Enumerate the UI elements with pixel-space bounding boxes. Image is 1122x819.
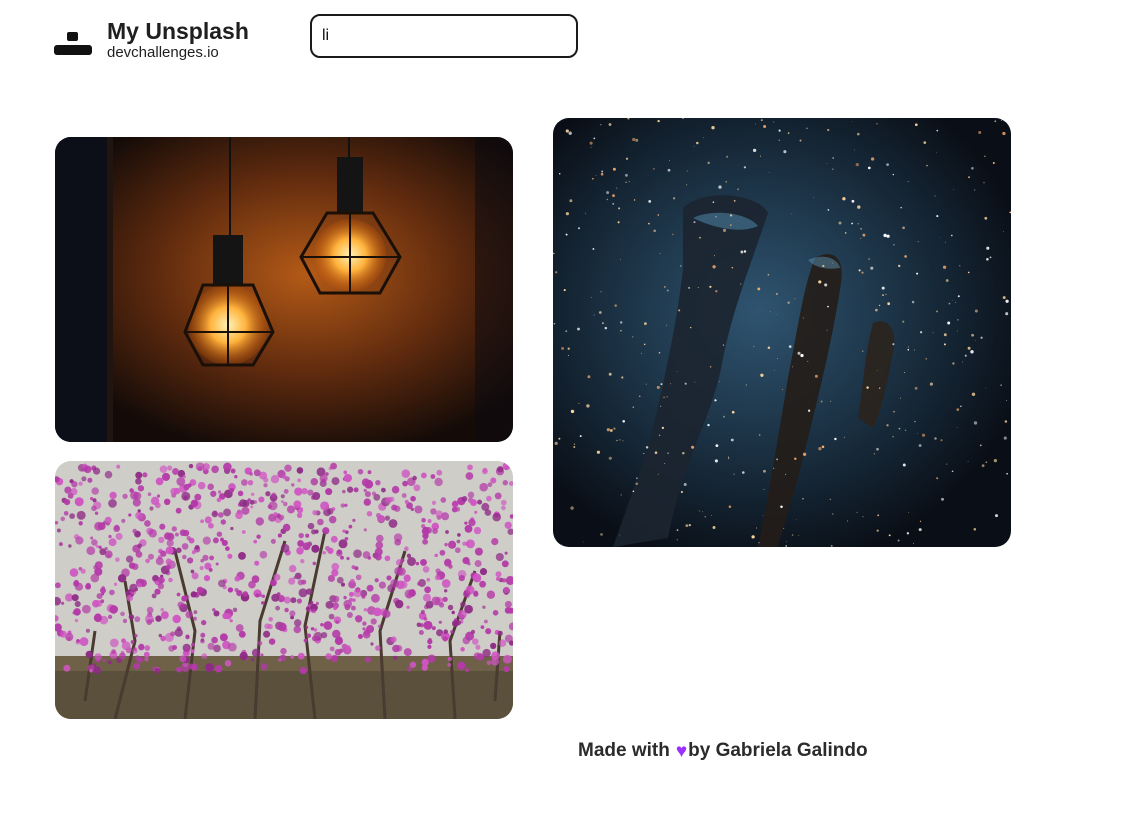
footer-made-with: Made with [578, 740, 670, 761]
logo[interactable]: My Unsplash devchallenges.io [54, 18, 249, 62]
heart-icon: ♥ [675, 740, 688, 762]
photo-card-space[interactable] [553, 118, 1011, 547]
photo-card-lamps[interactable] [55, 137, 513, 442]
app-subtitle: devchallenges.io [107, 44, 219, 61]
search-input[interactable] [310, 14, 578, 58]
space-photo [553, 118, 1011, 547]
footer-author: by Gabriela Galindo [688, 740, 868, 761]
lamps-photo [55, 137, 513, 442]
user-icon [54, 24, 92, 56]
footer: Made with ♥ by Gabriela Galindo [578, 740, 868, 762]
tree-photo [55, 461, 513, 719]
photo-card-tree[interactable] [55, 461, 513, 719]
app-title: My Unsplash [107, 18, 249, 44]
